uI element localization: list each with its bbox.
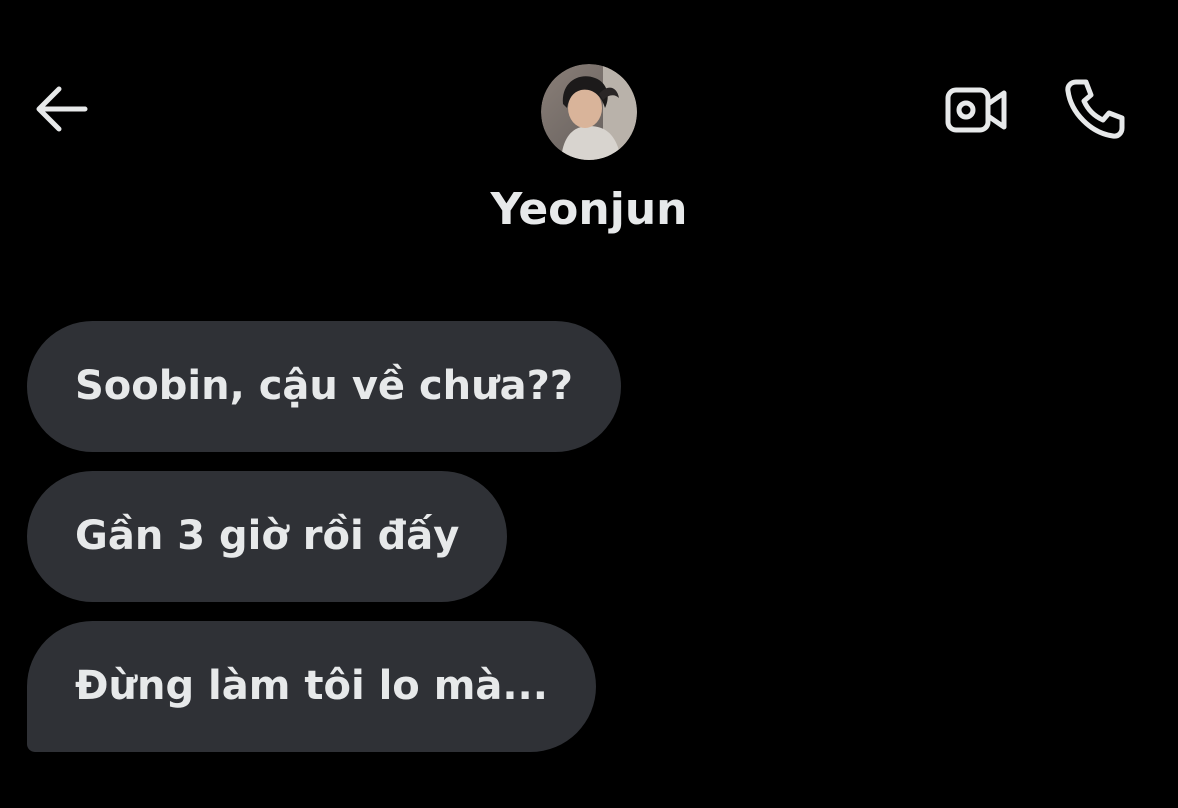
arrow-left-icon xyxy=(33,85,89,137)
video-call-button[interactable] xyxy=(940,80,1012,144)
message-bubble[interactable]: Soobin, cậu về chưa?? xyxy=(27,321,622,452)
message-bubble[interactable]: Gần 3 giờ rồi đấy xyxy=(27,471,508,602)
video-camera-icon xyxy=(944,84,1008,140)
back-button[interactable] xyxy=(30,82,92,140)
phone-icon xyxy=(1062,76,1128,146)
avatar[interactable] xyxy=(541,64,637,160)
voice-call-button[interactable] xyxy=(1056,74,1134,148)
message-list: Soobin, cậu về chưa?? Gần 3 giờ rồi đấy … xyxy=(27,321,827,771)
message-bubble[interactable]: Đừng làm tôi lo mà... xyxy=(27,621,596,752)
contact-name[interactable]: Yeonjun xyxy=(389,180,789,240)
